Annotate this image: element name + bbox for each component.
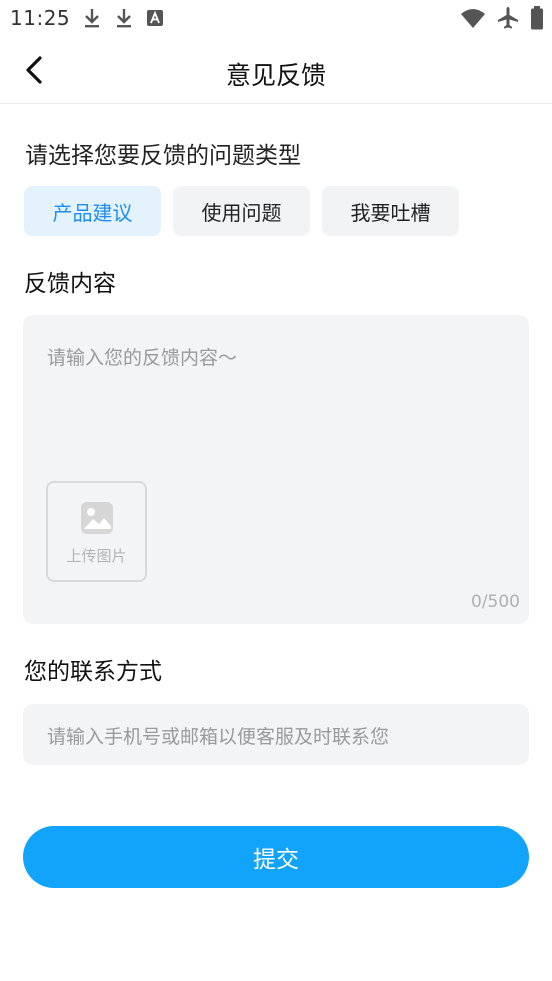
feedback-content-label: 反馈内容 [24,271,116,297]
submit-button[interactable]: 提交 [23,826,529,888]
feedback-type-options: 产品建议 使用问题 我要吐槽 [24,186,459,236]
status-icons-right [460,6,544,34]
airplane-icon [496,6,520,34]
type-chip-usage-issue[interactable]: 使用问题 [173,186,310,236]
upload-image-label: 上传图片 [66,547,127,565]
status-bar: 11:25 [0,0,552,38]
status-icons-left [82,7,164,33]
contact-placeholder: 请输入手机号或邮箱以便客服及时联系您 [47,726,390,748]
feedback-content-textarea[interactable]: 请输入您的反馈内容～ 上传图片 0/500 [23,315,529,624]
image-icon [80,501,114,539]
download-icon [114,7,134,33]
status-time: 11:25 [10,6,71,30]
wifi-icon [460,7,486,33]
battery-icon [530,6,544,34]
page-title: 意见反馈 [225,61,326,90]
feedback-type-label: 请选择您要反馈的问题类型 [25,143,301,169]
contact-label: 您的联系方式 [24,659,162,685]
type-chip-complaint[interactable]: 我要吐槽 [322,186,459,236]
type-chip-product-suggestion[interactable]: 产品建议 [24,186,161,236]
font-a-icon [146,9,164,31]
char-count: 0/500 [471,592,520,612]
contact-input[interactable]: 请输入手机号或邮箱以便客服及时联系您 [23,704,529,765]
upload-image-button[interactable]: 上传图片 [46,481,147,582]
nav-bar: 意见反馈 [0,38,552,104]
download-icon [82,7,102,33]
feedback-content-placeholder: 请输入您的反馈内容～ [47,347,238,369]
